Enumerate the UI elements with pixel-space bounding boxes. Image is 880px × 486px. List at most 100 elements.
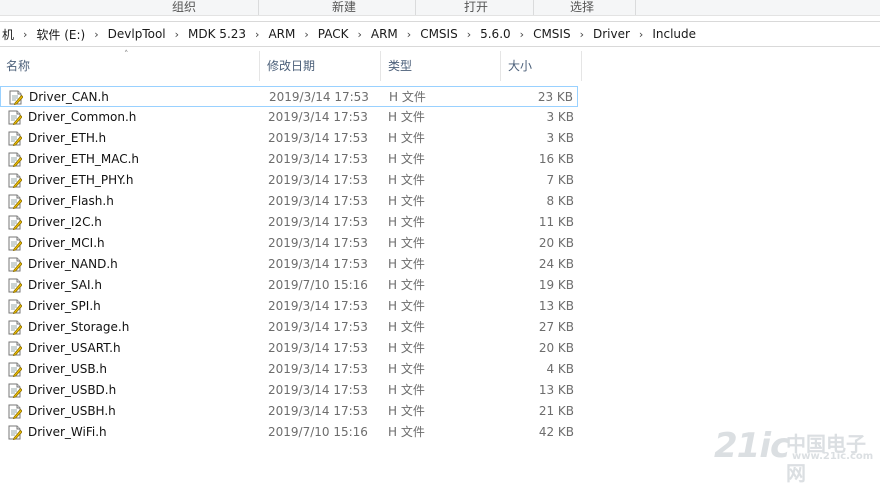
breadcrumb-item[interactable]: CMSIS xyxy=(531,27,573,41)
h-file-icon xyxy=(8,425,23,441)
chevron-right-icon[interactable]: › xyxy=(16,28,34,41)
file-type: H 文件 xyxy=(388,131,425,145)
breadcrumb-item[interactable]: MDK 5.23 xyxy=(186,27,248,41)
column-header-type[interactable]: 类型 xyxy=(382,51,501,81)
chevron-right-icon[interactable]: › xyxy=(168,28,186,41)
breadcrumb-item[interactable]: 5.6.0 xyxy=(478,27,513,41)
file-type: H 文件 xyxy=(388,215,425,229)
file-row[interactable]: Driver_Flash.h 2019/3/14 17:53 H 文件 8 KB xyxy=(0,191,578,212)
file-size: 13 KB xyxy=(538,383,574,397)
file-date: 2019/3/14 17:53 xyxy=(268,152,368,166)
ribbon-organize-label[interactable]: 组织 xyxy=(172,0,196,15)
file-name: Driver_SAI.h xyxy=(28,278,102,292)
file-row[interactable]: Driver_SPI.h 2019/3/14 17:53 H 文件 13 KB xyxy=(0,296,578,317)
file-row[interactable]: Driver_ETH_PHY.h 2019/3/14 17:53 H 文件 7 KB xyxy=(0,170,578,191)
h-file-icon xyxy=(8,320,23,336)
file-type: H 文件 xyxy=(388,299,425,313)
file-date: 2019/7/10 15:16 xyxy=(268,425,368,439)
chevron-right-icon[interactable]: › xyxy=(460,28,478,41)
ribbon-select-label[interactable]: 选择 xyxy=(570,0,594,15)
file-size: 20 KB xyxy=(538,341,574,355)
file-row[interactable]: Driver_USBD.h 2019/3/14 17:53 H 文件 13 KB xyxy=(0,380,578,401)
breadcrumb-item[interactable]: ARM xyxy=(266,27,297,41)
breadcrumb-item[interactable]: DevlpTool xyxy=(106,27,168,41)
file-type: H 文件 xyxy=(388,194,425,208)
file-name: Driver_Common.h xyxy=(28,110,137,124)
breadcrumb-item[interactable]: 机 xyxy=(0,26,16,43)
file-date: 2019/3/14 17:53 xyxy=(268,320,368,334)
breadcrumb-item[interactable]: 软件 (E:) xyxy=(34,26,87,43)
chevron-right-icon[interactable]: › xyxy=(400,28,418,41)
file-list: Driver_CAN.h 2019/3/14 17:53 H 文件 23 KB Driv… xyxy=(0,86,582,443)
watermark-logo: 21ic 中国电子网 www.21ic.com xyxy=(714,426,874,485)
file-type: H 文件 xyxy=(388,425,425,439)
file-row[interactable]: Driver_WiFi.h 2019/7/10 15:16 H 文件 42 KB xyxy=(0,422,578,443)
file-type: H 文件 xyxy=(389,90,426,104)
breadcrumb-item[interactable]: Include xyxy=(650,27,698,41)
file-date: 2019/3/14 17:53 xyxy=(268,236,368,250)
file-date: 2019/3/14 17:53 xyxy=(269,90,369,104)
column-header-date-label: 修改日期 xyxy=(267,59,316,73)
file-row[interactable]: Driver_CAN.h 2019/3/14 17:53 H 文件 23 KB xyxy=(0,86,578,107)
file-row[interactable]: Driver_USBH.h 2019/3/14 17:53 H 文件 21 KB xyxy=(0,401,578,422)
address-bar[interactable]: 机 › 软件 (E:) › DevlpTool › MDK 5.23 › ARM › PACK › AR… xyxy=(0,21,880,47)
file-size: 42 KB xyxy=(538,425,574,439)
breadcrumb-item[interactable]: PACK xyxy=(316,27,351,41)
h-file-icon xyxy=(8,278,23,294)
file-size: 3 KB xyxy=(546,110,574,124)
h-file-icon xyxy=(8,299,23,315)
column-header-size[interactable]: 大小 xyxy=(502,51,582,81)
file-size: 13 KB xyxy=(538,299,574,313)
file-type: H 文件 xyxy=(388,362,425,376)
file-name: Driver_ETH_PHY.h xyxy=(28,173,134,187)
file-type: H 文件 xyxy=(388,110,425,124)
file-row[interactable]: Driver_NAND.h 2019/3/14 17:53 H 文件 24 KB xyxy=(0,254,578,275)
file-date: 2019/3/14 17:53 xyxy=(268,341,368,355)
file-name: Driver_ETH_MAC.h xyxy=(28,152,140,166)
watermark-logo-text: 21ic xyxy=(714,426,790,466)
file-date: 2019/7/10 15:16 xyxy=(268,278,368,292)
file-row[interactable]: Driver_Common.h 2019/3/14 17:53 H 文件 3 KB xyxy=(0,107,578,128)
file-row[interactable]: Driver_SAI.h 2019/7/10 15:16 H 文件 19 KB xyxy=(0,275,578,296)
column-header-date[interactable]: 修改日期 xyxy=(261,51,381,81)
column-header-size-label: 大小 xyxy=(508,59,533,73)
ribbon-bar: 组织 新建 打开 选择 xyxy=(0,0,880,16)
file-name: Driver_SPI.h xyxy=(28,299,101,313)
file-type: H 文件 xyxy=(388,236,425,250)
file-name: Driver_ETH.h xyxy=(28,131,107,145)
file-row[interactable]: Driver_USB.h 2019/3/14 17:53 H 文件 4 KB xyxy=(0,359,578,380)
file-name: Driver_USBH.h xyxy=(28,404,116,418)
chevron-right-icon[interactable]: › xyxy=(297,28,315,41)
ribbon-open-label[interactable]: 打开 xyxy=(464,0,488,15)
file-row[interactable]: Driver_ETH_MAC.h 2019/3/14 17:53 H 文件 16 KB xyxy=(0,149,578,170)
chevron-right-icon[interactable]: › xyxy=(248,28,266,41)
file-size: 21 KB xyxy=(538,404,574,418)
file-size: 20 KB xyxy=(538,236,574,250)
breadcrumb-item[interactable]: ARM xyxy=(369,27,400,41)
file-name: Driver_WiFi.h xyxy=(28,425,107,439)
file-row[interactable]: Driver_I2C.h 2019/3/14 17:53 H 文件 11 KB xyxy=(0,212,578,233)
h-file-icon xyxy=(8,110,23,126)
chevron-right-icon[interactable]: › xyxy=(573,28,591,41)
breadcrumb-item[interactable]: CMSIS xyxy=(418,27,460,41)
file-row[interactable]: Driver_MCI.h 2019/3/14 17:53 H 文件 20 KB xyxy=(0,233,578,254)
file-type: H 文件 xyxy=(388,152,425,166)
chevron-right-icon[interactable]: › xyxy=(87,28,105,41)
breadcrumb-item[interactable]: Driver xyxy=(591,27,632,41)
ribbon-new-label[interactable]: 新建 xyxy=(332,0,356,15)
file-type: H 文件 xyxy=(388,173,425,187)
file-name: Driver_USART.h xyxy=(28,341,121,355)
file-size: 24 KB xyxy=(538,257,574,271)
chevron-right-icon[interactable]: › xyxy=(350,28,368,41)
chevron-right-icon[interactable]: › xyxy=(632,28,650,41)
file-type: H 文件 xyxy=(388,383,425,397)
file-row[interactable]: Driver_ETH.h 2019/3/14 17:53 H 文件 3 KB xyxy=(0,128,578,149)
ribbon-divider xyxy=(635,0,636,15)
chevron-right-icon[interactable]: › xyxy=(513,28,531,41)
column-header-name[interactable]: 名称 xyxy=(0,51,260,81)
h-file-icon xyxy=(8,383,23,399)
file-row[interactable]: Driver_USART.h 2019/3/14 17:53 H 文件 20 KB xyxy=(0,338,578,359)
h-file-icon xyxy=(8,341,23,357)
file-size: 4 KB xyxy=(546,362,574,376)
file-row[interactable]: Driver_Storage.h 2019/3/14 17:53 H 文件 27 KB xyxy=(0,317,578,338)
